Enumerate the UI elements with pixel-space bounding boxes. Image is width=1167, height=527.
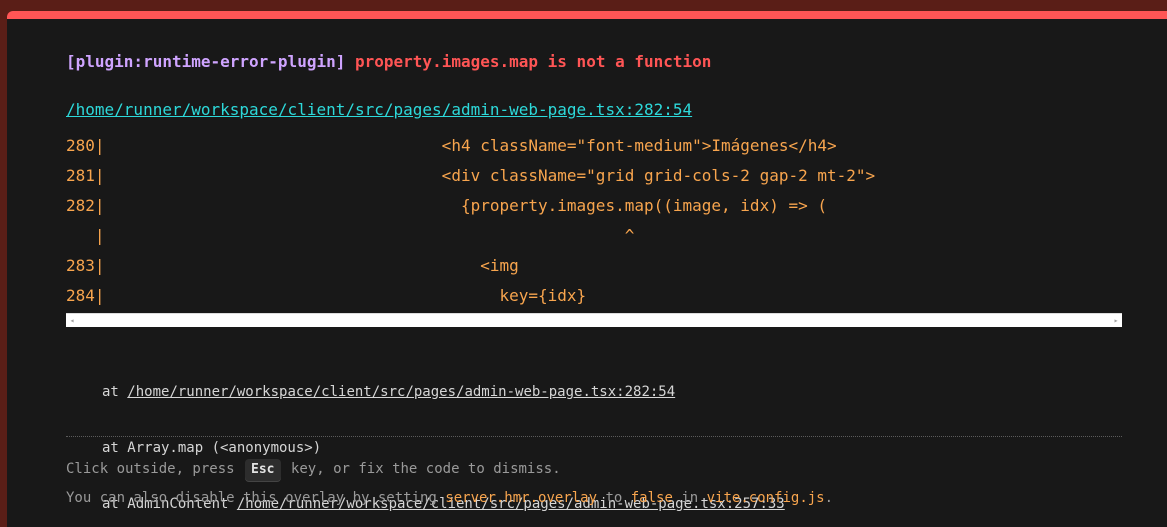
stack-frame-prefix: at	[102, 384, 128, 400]
code-line: 281| <div className="grid grid-cols-2 ga…	[66, 166, 876, 185]
dismiss-tip: Click outside, press Esc key, or fix the…	[66, 459, 561, 481]
error-overlay: [plugin:runtime-error-plugin] property.i…	[7, 11, 1167, 527]
stack-frame: at Array.map (<anonymous>)	[102, 436, 785, 460]
plugin-name: [plugin:runtime-error-plugin]	[66, 52, 346, 71]
divider	[66, 436, 1122, 437]
config-file: vite.config.js	[706, 490, 825, 506]
error-message: [plugin:runtime-error-plugin] property.i…	[66, 51, 711, 73]
disable-tip-text: You can also disable this overlay by set…	[66, 490, 446, 506]
stack-frame-link[interactable]: /home/runner/workspace/client/src/pages/…	[127, 384, 675, 400]
error-file-link[interactable]: /home/runner/workspace/client/src/pages/…	[66, 99, 692, 121]
config-value: false	[630, 490, 673, 506]
code-line: 280| <h4 className="font-medium">Imágene…	[66, 136, 837, 155]
scroll-right-arrow-icon[interactable]: ▸	[1110, 314, 1122, 328]
code-frame-horizontal-scrollbar[interactable]: ◂ ▸	[66, 313, 1122, 327]
dismiss-tip-text: key, or fix the code to dismiss.	[282, 461, 561, 477]
code-line: 282| {property.images.map((image, idx) =…	[66, 196, 827, 215]
dismiss-tip-text: Click outside, press	[66, 461, 244, 477]
error-text: property.images.map is not a function	[355, 52, 712, 71]
code-caret-line: | ^	[66, 226, 635, 245]
stack-frame: at /home/runner/workspace/client/src/pag…	[102, 380, 785, 404]
disable-tip-text: to	[597, 490, 631, 506]
code-line: 284| key={idx}	[66, 286, 587, 305]
config-setting: server.hmr.overlay	[445, 490, 598, 506]
disable-tip-text: in	[672, 490, 707, 506]
code-frame[interactable]: 280| <h4 className="font-medium">Imágene…	[66, 131, 1122, 317]
disable-tip-text: .	[824, 490, 834, 506]
code-line: 283| <img	[66, 256, 519, 275]
stack-frame-prefix: at Array.map (<anonymous>)	[102, 440, 322, 456]
disable-tip: You can also disable this overlay by set…	[66, 488, 833, 508]
esc-key-badge: Esc	[245, 459, 281, 481]
scroll-left-arrow-icon[interactable]: ◂	[66, 314, 78, 328]
